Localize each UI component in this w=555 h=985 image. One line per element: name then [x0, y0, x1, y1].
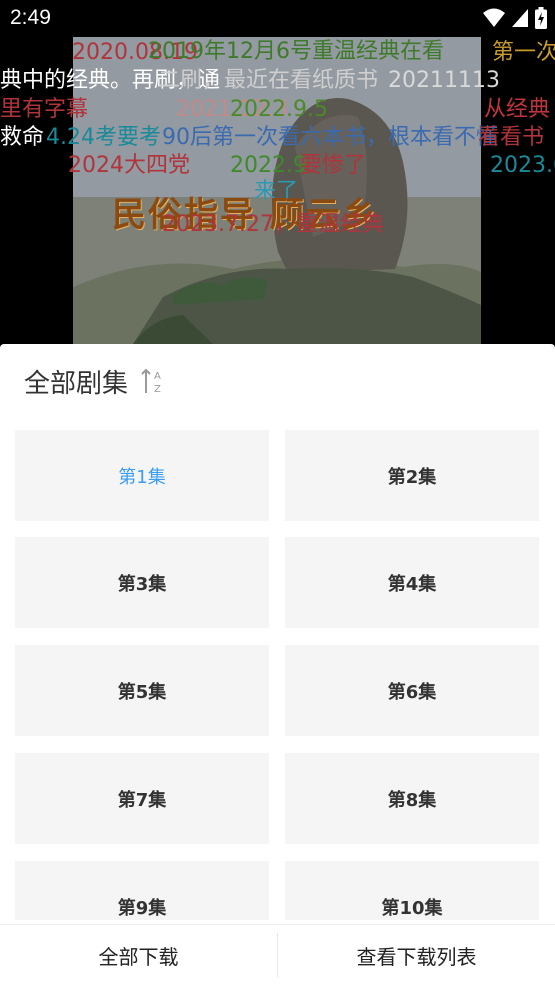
danmaku-comment: 2022.9 [230, 153, 307, 178]
danmaku-comment: 20211113 [388, 68, 500, 93]
danmaku-comment: 二刷，最近在看纸质书 [158, 68, 379, 93]
episode-item[interactable]: 第10集 [285, 861, 539, 920]
episode-item[interactable]: 第7集 [15, 753, 269, 844]
danmaku-comment: 里有字幕 [0, 97, 89, 122]
status-bar: 2:49 [0, 0, 555, 37]
episode-item[interactable]: 第8集 [285, 753, 539, 844]
episode-item[interactable]: 第6集 [285, 645, 539, 736]
danmaku-comment: 2023.0 [490, 153, 555, 178]
danmaku-comment: 看看书 [478, 125, 545, 150]
danmaku-comment: 要惨了 [300, 153, 367, 178]
danmaku-comment: 2022.9.5 [230, 97, 328, 122]
panel-header: 全部剧集 A Z [24, 364, 166, 399]
danmaku-comment: 从经典 [484, 97, 551, 122]
status-time: 2:49 [10, 6, 51, 29]
danmaku-comment: 2019年12月6号重温经典在看 [148, 39, 444, 64]
download-all-button[interactable]: 全部下载 [0, 925, 277, 985]
signal-icon [512, 9, 528, 27]
danmaku-comment: 第一次 [492, 40, 555, 65]
svg-text:Z: Z [154, 384, 161, 395]
view-download-list-button[interactable]: 查看下载列表 [278, 925, 555, 985]
bottom-action-bar: 全部下载 查看下载列表 [0, 924, 555, 985]
battery-charging-icon [535, 7, 547, 29]
svg-text:A: A [154, 371, 161, 382]
panel-title: 全部剧集 [24, 368, 129, 399]
episode-item[interactable]: 第1集 [15, 430, 269, 521]
sort-az-icon: A Z [141, 368, 161, 395]
status-icons [483, 7, 547, 29]
danmaku-comment: 救命 [0, 125, 45, 150]
episode-grid: 第1集 第2集 第3集 第4集 第5集 第6集 第7集 第8集 第9集 第10集 [15, 430, 539, 920]
danmaku-comment: 4.24考要考 [46, 125, 161, 150]
wifi-icon [483, 8, 505, 27]
episode-item[interactable]: 第9集 [15, 861, 269, 920]
danmaku-comment: 2024大四党 [68, 153, 190, 178]
danmaku-comment: 90后第一次看六本书，根本看不懂 [162, 125, 498, 150]
episode-panel: 全部剧集 A Z 第1集 第2集 第3集 第4集 第5集 第6集 第7集 第8集… [0, 344, 555, 985]
episode-item[interactable]: 第4集 [285, 537, 539, 628]
video-player[interactable]: 2020.08.19 2019年12月6号重温经典在看 第一次 典中的经典。再刷… [0, 37, 555, 344]
episode-item[interactable]: 第2集 [285, 430, 539, 521]
danmaku-comment: 2023.7.27，重温经典 [162, 212, 384, 237]
sort-button[interactable]: A Z [140, 367, 166, 395]
episode-item[interactable]: 第3集 [15, 537, 269, 628]
episode-item[interactable]: 第5集 [15, 645, 269, 736]
